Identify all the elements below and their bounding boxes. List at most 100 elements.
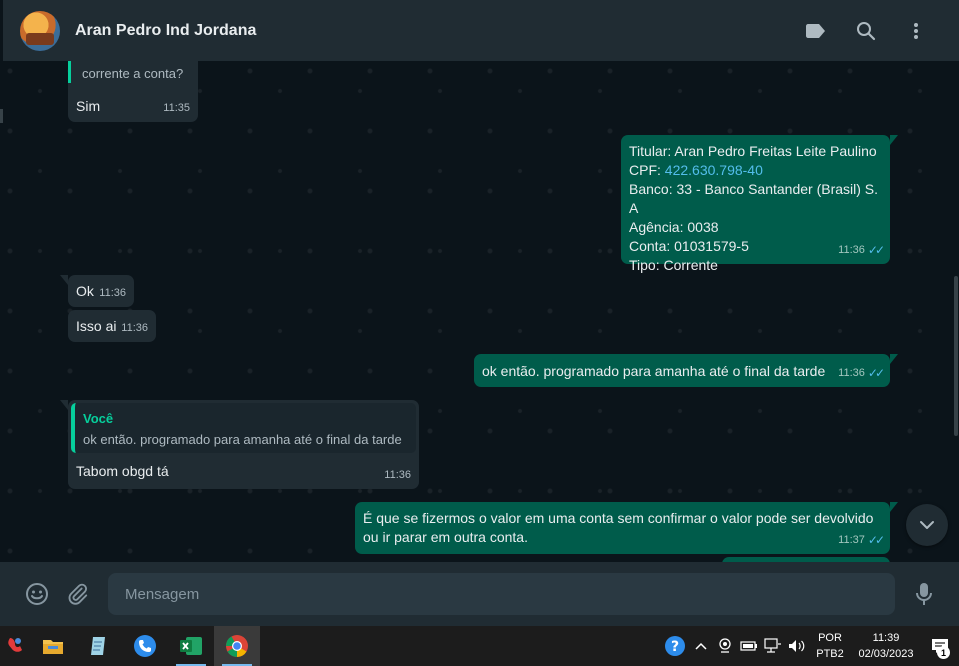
file-explorer-icon [43,640,63,654]
message-line: CPF: 422.630.798-40 [629,161,882,180]
message-meta: 11:37 ✓✓ [838,531,885,550]
svg-text:?: ? [671,639,679,655]
quote-author: Você [83,411,114,426]
bubble-tail [60,400,68,410]
message-meta: 11:36 [99,284,126,303]
message-meta: 11:36 ✓✓ [838,364,885,383]
tray-webcam[interactable] [713,626,737,666]
notification-count: 1 [937,646,950,659]
bubble-tail [890,135,898,145]
message-incoming[interactable]: Ok 11:36 [60,275,134,307]
clock-time: 11:39 [872,632,900,644]
menu-button[interactable] [891,11,941,51]
message-time: 11:37 [838,534,865,546]
label-button[interactable] [791,11,841,51]
bubble-tail [890,502,898,512]
taskbar-file-explorer[interactable] [30,626,76,666]
tray-volume[interactable] [785,626,809,666]
webcam-icon [719,638,731,653]
chat-scrollbar[interactable] [953,61,959,562]
windows-taskbar: ? POR PTB2 11:39 02/03/2023 1 [0,626,959,666]
message-composer [0,562,959,626]
message-time: 11:36 [384,469,411,481]
message-incoming[interactable]: corrente a conta? Sim 11:35 [68,61,198,122]
taskbar-app-1[interactable] [0,626,30,666]
lang-code: POR [818,632,842,644]
message-text: Tabom obgd tá [76,463,169,479]
chat-area[interactable]: corrente a conta? Sim 11:35 Titular: Ara… [0,61,959,562]
chat-scrollbar-thumb[interactable] [954,276,958,436]
message-text: Sim [76,98,101,114]
chrome-icon [226,635,248,657]
read-ticks-icon: ✓✓ [867,366,885,380]
read-ticks-icon: ✓✓ [867,533,885,547]
message-line: Titular: Aran Pedro Freitas Leite Paulin… [629,143,877,159]
app-icon-red [8,638,22,652]
message-meta: 11:36 [121,319,148,338]
bubble-tail [890,354,898,364]
attach-button[interactable] [58,574,98,614]
bubble-tail [60,275,68,285]
input-language[interactable]: POR PTB2 [809,630,851,662]
emoji-icon [26,583,48,605]
tray-show-hidden[interactable] [689,626,713,666]
read-ticks-icon: ✓✓ [867,243,885,257]
search-icon [857,21,876,40]
clock-date: 02/03/2023 [858,648,914,660]
message-incoming[interactable]: Você ok então. programado para amanha at… [60,400,419,489]
keyboard-layout: PTB2 [816,648,844,660]
tray-battery[interactable] [737,626,761,666]
quoted-message[interactable]: Você ok então. programado para amanha at… [71,403,416,453]
message-text: Isso ai [76,318,117,334]
message-line-label: CPF: [629,162,665,178]
microphone-icon [916,583,932,605]
header-actions [791,11,941,51]
battery-icon [740,641,757,651]
message-input[interactable] [108,573,895,615]
scroll-down-button[interactable] [906,504,948,546]
label-icon [806,23,825,38]
message-text: Ok [76,283,94,299]
chat-header: Aran Pedro Ind Jordana [0,0,959,61]
search-button[interactable] [841,11,891,51]
quote-text: ok então. programado para amanha até o f… [83,432,402,447]
message-line: ou ir parar em outra conta. [363,529,528,545]
message-outgoing[interactable]: É que se fizermos o valor em uma conta s… [355,502,898,554]
message-time: 11:35 [163,102,190,114]
message-line: Agência: 0038 [629,219,719,235]
emoji-button[interactable] [17,574,57,614]
left-scroll-marker [0,109,3,123]
message-outgoing[interactable]: Titular: Aran Pedro Freitas Leite Paulin… [621,135,898,273]
message-outgoing[interactable]: ok então. programado para amanha até o f… [474,354,898,387]
excel-icon [180,637,202,655]
contact-avatar[interactable] [20,10,60,51]
contact-name[interactable]: Aran Pedro Ind Jordana [75,22,256,40]
help-icon: ? [665,636,685,656]
system-clock[interactable]: 11:39 02/03/2023 [851,630,921,662]
message-meta: 11:35 [163,99,190,118]
taskbar-notepad[interactable] [76,626,122,666]
message-prev-text: corrente a conta? [82,66,184,81]
tray-network[interactable] [761,626,785,666]
chevron-up-icon [695,642,707,650]
taskbar-phone-app[interactable] [122,626,168,666]
tray-help[interactable]: ? [661,626,689,666]
message-line: É que se fizermos o valor em uma conta s… [363,510,874,526]
message-line: Banco: 33 - Banco Santander (Brasil) S. … [629,181,879,216]
message-time: 11:36 [99,287,126,299]
speaker-icon [789,640,805,652]
phone-app-icon [134,635,156,657]
message-meta: 11:36 [384,466,411,485]
mic-button[interactable] [904,574,944,614]
taskbar-chrome[interactable] [214,626,260,666]
chevron-down-icon [920,521,934,529]
paperclip-icon [68,583,88,605]
message-time: 11:36 [121,322,148,334]
cpf-link[interactable]: 422.630.798-40 [665,162,763,178]
message-text: ok então. programado para amanha até o f… [482,363,826,379]
taskbar-excel[interactable] [168,626,214,666]
notification-center[interactable]: 1 [921,626,959,666]
message-incoming[interactable]: Isso ai 11:36 [68,310,156,342]
notepad-icon [91,637,105,655]
message-time: 11:36 [838,244,865,256]
